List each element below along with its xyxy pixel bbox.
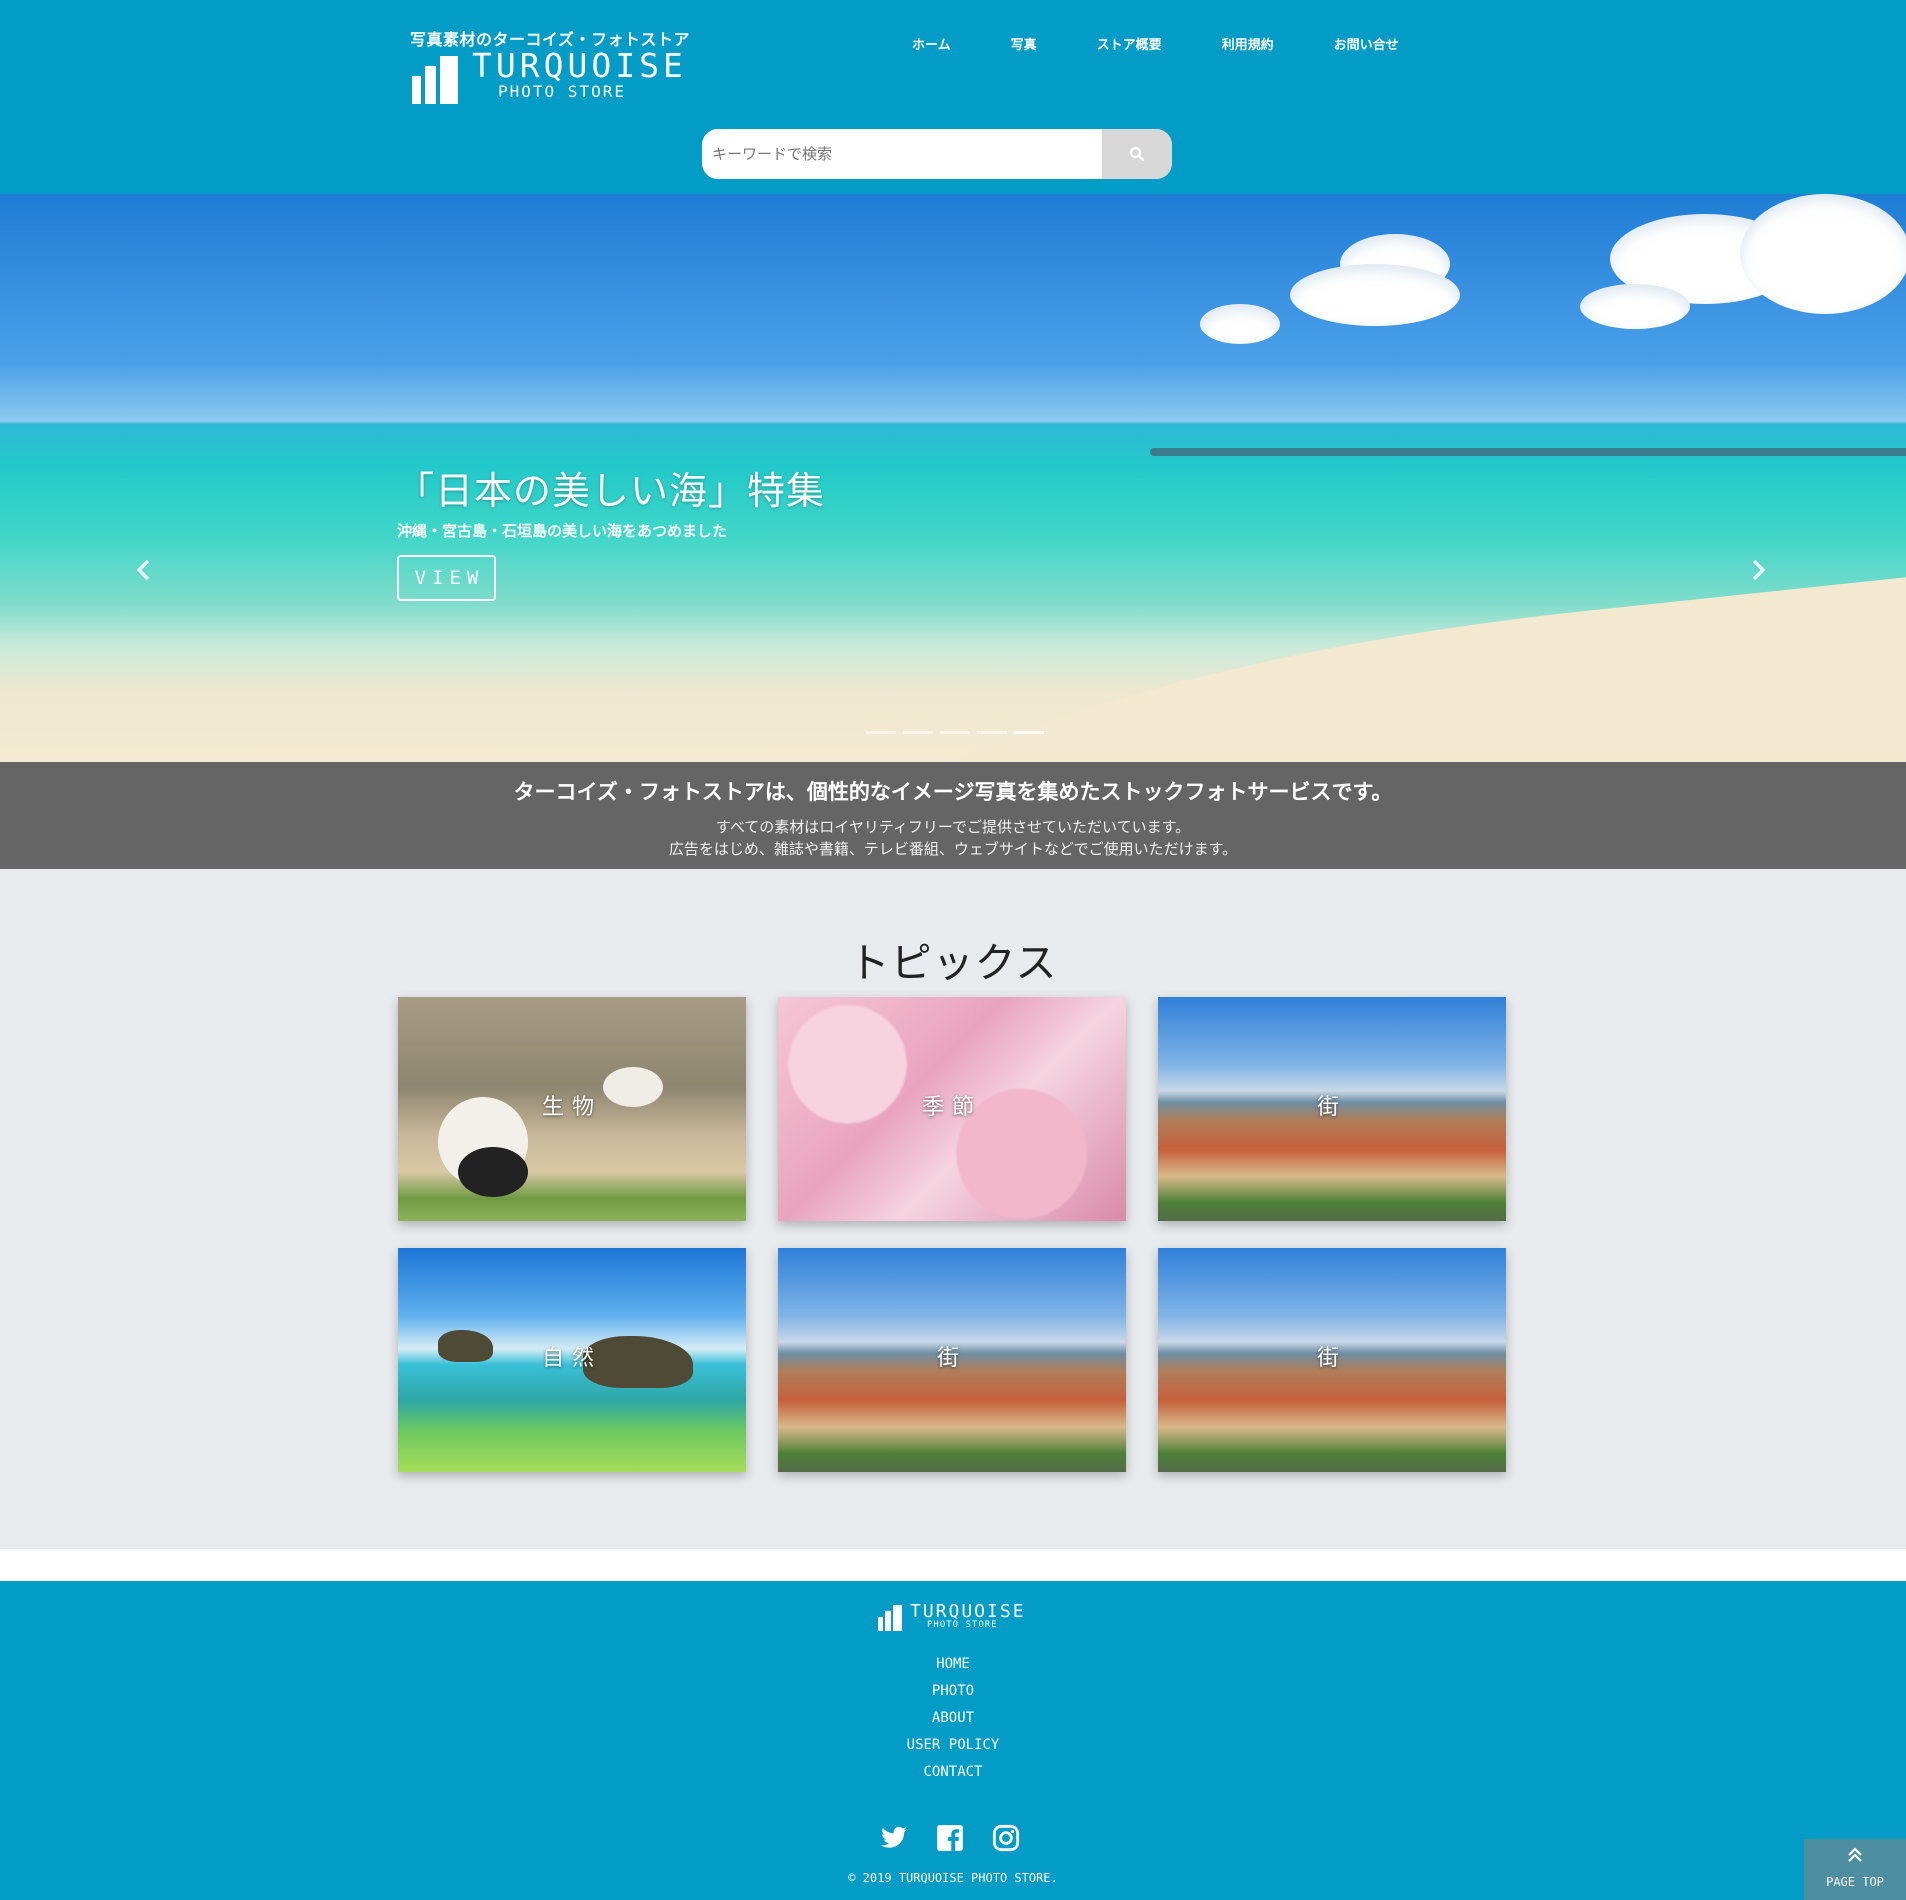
twitter-icon[interactable] [880,1824,908,1852]
copyright-text: © 2019 TURQUOISE PHOTO STORE. [848,1871,1058,1885]
social-links [880,1824,1020,1852]
topic-card-label: 自然 [541,1346,602,1371]
site-logo[interactable]: 写真素材のターコイズ・フォトストア TURQUOISE PHOTO STORE [410,26,700,104]
footer-logo-wordmark: TURQUOISE [910,1601,1026,1622]
carousel-indicator[interactable] [940,731,970,734]
logo-subtitle: PHOTO STORE [498,82,626,101]
logo-mark-icon [412,54,472,104]
footer-nav: HOME PHOTO ABOUT USER POLICY CONTACT [0,1651,1906,1786]
hero-carousel: 「日本の美しい海」特集 沖縄・宮古島・石垣島の美しい海をあつめました VIEW [0,194,1906,762]
logo-mark-icon [878,1605,906,1631]
nav-photo[interactable]: 写真 [1011,34,1037,53]
carousel-indicator[interactable] [977,731,1007,734]
topic-card-creatures[interactable]: 生物 [398,997,746,1221]
chevron-left-icon [136,559,150,581]
footer-nav-contact[interactable]: CONTACT [0,1759,1906,1786]
carousel-next-button[interactable] [1750,556,1768,589]
carousel-indicator[interactable] [903,731,933,734]
hero-subtitle: 沖縄・宮古島・石垣島の美しい海をあつめました [397,522,728,540]
logo-wordmark: TURQUOISE [472,46,687,85]
footer-logo[interactable]: TURQUOISE PHOTO STORE [878,1601,1038,1635]
topic-card-city[interactable]: 街 [1158,1248,1506,1472]
intro-title: ターコイズ・フォトストアは、個性的なイメージ写真を集めたストックフォトサービスで… [513,780,1393,804]
footer-nav-home[interactable]: HOME [0,1651,1906,1678]
carousel-indicators [866,731,1044,734]
page-top-button[interactable]: PAGE TOP [1804,1839,1906,1900]
topic-card-label: 街 [1316,1346,1347,1371]
topic-card-city[interactable]: 街 [778,1248,1126,1472]
topic-card-city[interactable]: 街 [1158,997,1506,1221]
nav-about[interactable]: ストア概要 [1097,34,1162,53]
search-input[interactable] [702,129,1102,179]
double-chevron-up-icon [1846,1845,1864,1869]
nav-home[interactable]: ホーム [912,34,951,53]
intro-line-2: 広告をはじめ、雑誌や書籍、テレビ番組、ウェブサイトなどでご使用いただけます。 [668,840,1238,858]
footer-nav-photo[interactable]: PHOTO [0,1678,1906,1705]
nav-contact[interactable]: お問い合せ [1334,34,1399,53]
carousel-indicator-active[interactable] [1014,731,1044,734]
nav-user-policy[interactable]: 利用規約 [1222,34,1274,53]
hero-view-button[interactable]: VIEW [397,555,496,601]
topic-card-label: 街 [936,1346,967,1371]
footer-nav-about[interactable]: ABOUT [0,1705,1906,1732]
search-button[interactable] [1102,129,1172,179]
topics-title: トピックス [848,939,1058,987]
topic-card-nature[interactable]: 自然 [398,1248,746,1472]
search-icon [1129,146,1145,162]
intro-band: ターコイズ・フォトストアは、個性的なイメージ写真を集めたストックフォトサービスで… [0,762,1906,869]
intro-line-1: すべての素材はロイヤリティフリーでご提供させていただいています。 [715,818,1191,836]
search-bar [702,129,1172,179]
main-nav: ホーム 写真 ストア概要 利用規約 お問い合せ [912,34,1459,53]
topic-card-label: 季節 [921,1095,982,1120]
facebook-icon[interactable] [936,1824,964,1852]
site-header: 写真素材のターコイズ・フォトストア TURQUOISE PHOTO STORE … [0,0,1906,194]
topic-card-label: 生物 [541,1095,602,1120]
footer-nav-user-policy[interactable]: USER POLICY [0,1732,1906,1759]
page-top-label: PAGE TOP [1826,1875,1884,1889]
carousel-indicator[interactable] [866,731,896,734]
site-footer: TURQUOISE PHOTO STORE HOME PHOTO ABOUT U… [0,1581,1906,1900]
carousel-prev-button[interactable] [134,556,152,589]
topics-section: トピックス 生物 季節 街 自然 街 街 [0,869,1906,1549]
topic-card-label: 街 [1316,1095,1347,1120]
topic-card-seasons[interactable]: 季節 [778,997,1126,1221]
instagram-icon[interactable] [992,1824,1020,1852]
hero-title: 「日本の美しい海」特集 [396,469,826,513]
chevron-right-icon [1752,559,1766,581]
footer-logo-subtitle: PHOTO STORE [927,1620,998,1630]
section-divider [0,1549,1906,1581]
